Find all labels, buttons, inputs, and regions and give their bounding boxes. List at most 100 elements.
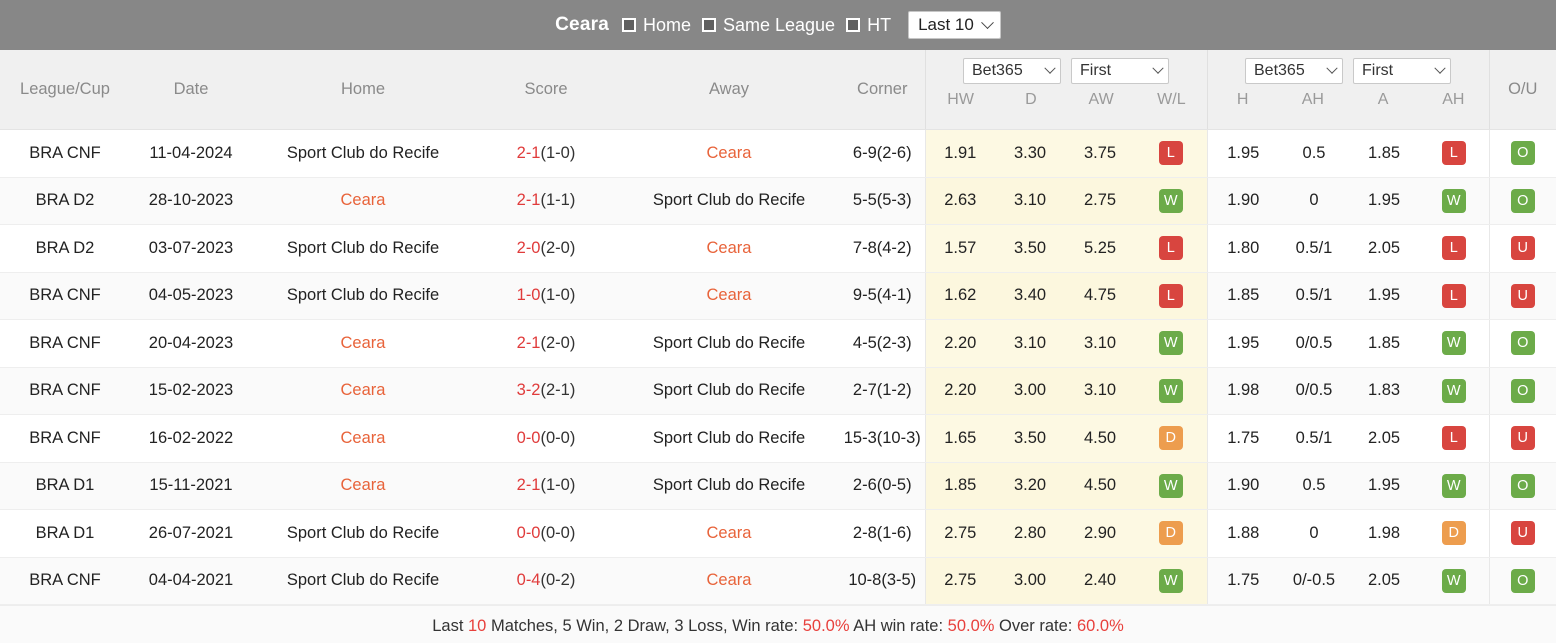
cell-odds-hw: 2.20 bbox=[924, 367, 995, 415]
cell-ah-away-odds: 2.05 bbox=[1349, 224, 1419, 273]
cell-ah-home-odds: 1.90 bbox=[1206, 462, 1279, 510]
cell-odds-d: 3.00 bbox=[995, 367, 1065, 415]
cell-odds-aw: 5.25 bbox=[1065, 224, 1135, 273]
column-header-corner[interactable]: Corner bbox=[840, 50, 925, 130]
cell-odds-hw: 2.63 bbox=[924, 177, 995, 225]
cell-result-ah: W bbox=[1419, 367, 1489, 415]
cell-corner: 7-8(4-2) bbox=[840, 224, 925, 273]
summary-mid: Matches, 5 Win, 2 Draw, 3 Loss, Win rate… bbox=[486, 617, 803, 635]
cell-score: 2-0(2-0) bbox=[474, 224, 618, 273]
cell-odds-d: 3.50 bbox=[995, 224, 1065, 273]
match-count-select[interactable]: Last 10 bbox=[908, 11, 1001, 39]
cell-odds-d: 3.00 bbox=[995, 557, 1065, 605]
bookmaker-select-ah[interactable]: Bet365 bbox=[1245, 58, 1343, 84]
phase-select-ah-value: First bbox=[1362, 62, 1394, 79]
checkbox-home-icon[interactable] bbox=[621, 18, 636, 32]
chevron-down-icon bbox=[1326, 62, 1338, 74]
table-row[interactable]: BRA CNF 11-04-2024 Sport Club do Recife 2-1… bbox=[0, 129, 1556, 178]
column-header-a[interactable]: A bbox=[1348, 91, 1418, 109]
cell-date: 28-10-2023 bbox=[130, 177, 252, 225]
cell-corner: 4-5(2-3) bbox=[840, 319, 925, 368]
table-row[interactable]: BRA D1 15-11-2021 Ceara 2-1(1-0) Sport Club … bbox=[0, 462, 1556, 510]
cell-league: BRA CNF bbox=[0, 414, 130, 463]
odds-ah-group-header: Bet365 First H AH A AH bbox=[1206, 50, 1489, 130]
cell-result-ou: U bbox=[1488, 224, 1556, 273]
column-header-aw[interactable]: AW bbox=[1066, 91, 1136, 109]
cell-away: Sport Club do Recife bbox=[618, 462, 840, 510]
cell-result-ah: L bbox=[1419, 272, 1489, 320]
cell-ah-line: 0/-0.5 bbox=[1279, 557, 1349, 605]
table-row[interactable]: BRA D2 03-07-2023 Sport Club do Recife 2-0(… bbox=[0, 224, 1556, 273]
cell-league: BRA CNF bbox=[0, 319, 130, 368]
cell-odds-hw: 1.65 bbox=[924, 414, 995, 463]
cell-result-wl: D bbox=[1135, 509, 1207, 558]
summary-ah-label: AH win rate: bbox=[849, 617, 948, 635]
cell-date: 15-02-2023 bbox=[130, 367, 252, 415]
cell-away: Ceara bbox=[618, 224, 840, 273]
checkbox-ht-icon[interactable] bbox=[846, 18, 861, 32]
table-row[interactable]: BRA CNF 04-04-2021 Sport Club do Recife 0-4… bbox=[0, 557, 1556, 605]
bookmaker-select-1x2[interactable]: Bet365 bbox=[963, 58, 1061, 84]
cell-corner: 15-3(10-3) bbox=[840, 414, 925, 463]
column-header-ah2[interactable]: AH bbox=[1418, 91, 1488, 109]
summary-over-rate: 60.0% bbox=[1076, 617, 1124, 635]
column-header-ah1[interactable]: AH bbox=[1278, 91, 1348, 109]
cell-date: 04-05-2023 bbox=[130, 272, 252, 320]
table-row[interactable]: BRA D1 26-07-2021 Sport Club do Recife 0-0(… bbox=[0, 509, 1556, 558]
cell-result-ah: D bbox=[1419, 509, 1489, 558]
cell-home: Sport Club do Recife bbox=[252, 224, 474, 273]
cell-result-ou: O bbox=[1488, 367, 1556, 415]
checkbox-same-league-icon[interactable] bbox=[701, 18, 716, 32]
table-body: BRA CNF 11-04-2024 Sport Club do Recife 2-1… bbox=[0, 129, 1556, 605]
cell-corner: 2-7(1-2) bbox=[840, 367, 925, 415]
cell-league: BRA CNF bbox=[0, 272, 130, 320]
cell-score: 0-4(0-2) bbox=[474, 557, 618, 605]
match-count-select-value: Last 10 bbox=[918, 15, 974, 34]
cell-score: 0-0(0-0) bbox=[474, 414, 618, 463]
phase-select-1x2[interactable]: First bbox=[1071, 58, 1169, 84]
cell-odds-aw: 2.40 bbox=[1065, 557, 1135, 605]
column-header-home[interactable]: Home bbox=[252, 50, 474, 130]
cell-date: 26-07-2021 bbox=[130, 509, 252, 558]
chevron-down-icon bbox=[980, 15, 994, 29]
column-header-d[interactable]: D bbox=[996, 91, 1066, 109]
page-title: Ceara bbox=[555, 14, 609, 35]
cell-result-wl: W bbox=[1135, 367, 1207, 415]
cell-result-ah: L bbox=[1419, 224, 1489, 273]
filter-home[interactable]: Home bbox=[621, 15, 691, 36]
cell-result-ah: L bbox=[1419, 129, 1489, 178]
table-row[interactable]: BRA CNF 16-02-2022 Ceara 0-0(0-0) Sport Club… bbox=[0, 414, 1556, 463]
bookmaker-select-ah-value: Bet365 bbox=[1254, 62, 1305, 79]
cell-ah-away-odds: 1.98 bbox=[1349, 509, 1419, 558]
cell-home: Sport Club do Recife bbox=[252, 129, 474, 178]
cell-odds-d: 3.40 bbox=[995, 272, 1065, 320]
cell-odds-d: 3.50 bbox=[995, 414, 1065, 463]
cell-ah-away-odds: 1.95 bbox=[1349, 272, 1419, 320]
column-header-league[interactable]: League/Cup bbox=[0, 50, 130, 130]
column-header-hw[interactable]: HW bbox=[926, 91, 996, 109]
cell-ah-home-odds: 1.85 bbox=[1206, 272, 1279, 320]
table-row[interactable]: BRA CNF 20-04-2023 Ceara 2-1(2-0) Sport Club… bbox=[0, 319, 1556, 368]
summary-ah-win-rate: 50.0% bbox=[947, 617, 995, 635]
cell-result-wl: W bbox=[1135, 462, 1207, 510]
table-row[interactable]: BRA CNF 15-02-2023 Ceara 3-2(2-1) Sport Club… bbox=[0, 367, 1556, 415]
cell-score: 2-1(1-0) bbox=[474, 462, 618, 510]
cell-home: Ceara bbox=[252, 462, 474, 510]
cell-odds-d: 3.30 bbox=[995, 129, 1065, 178]
column-header-date[interactable]: Date bbox=[130, 50, 252, 130]
cell-corner: 5-5(5-3) bbox=[840, 177, 925, 225]
column-header-away[interactable]: Away bbox=[618, 50, 840, 130]
table-row[interactable]: BRA D2 28-10-2023 Ceara 2-1(1-1) Sport Club … bbox=[0, 177, 1556, 225]
phase-select-ah[interactable]: First bbox=[1353, 58, 1451, 84]
column-header-ou[interactable]: O/U bbox=[1488, 50, 1556, 130]
cell-league: BRA CNF bbox=[0, 129, 130, 178]
column-header-score[interactable]: Score bbox=[474, 50, 618, 130]
filter-ht[interactable]: HT bbox=[846, 15, 891, 36]
column-header-wl[interactable]: W/L bbox=[1136, 91, 1206, 109]
filter-same-league-label: Same League bbox=[722, 14, 836, 35]
cell-score: 1-0(1-0) bbox=[474, 272, 618, 320]
summary-prefix: Last bbox=[432, 617, 468, 635]
column-header-h[interactable]: H bbox=[1208, 91, 1278, 109]
filter-same-league[interactable]: Same League bbox=[701, 14, 836, 36]
table-row[interactable]: BRA CNF 04-05-2023 Sport Club do Recife 1-0… bbox=[0, 272, 1556, 320]
